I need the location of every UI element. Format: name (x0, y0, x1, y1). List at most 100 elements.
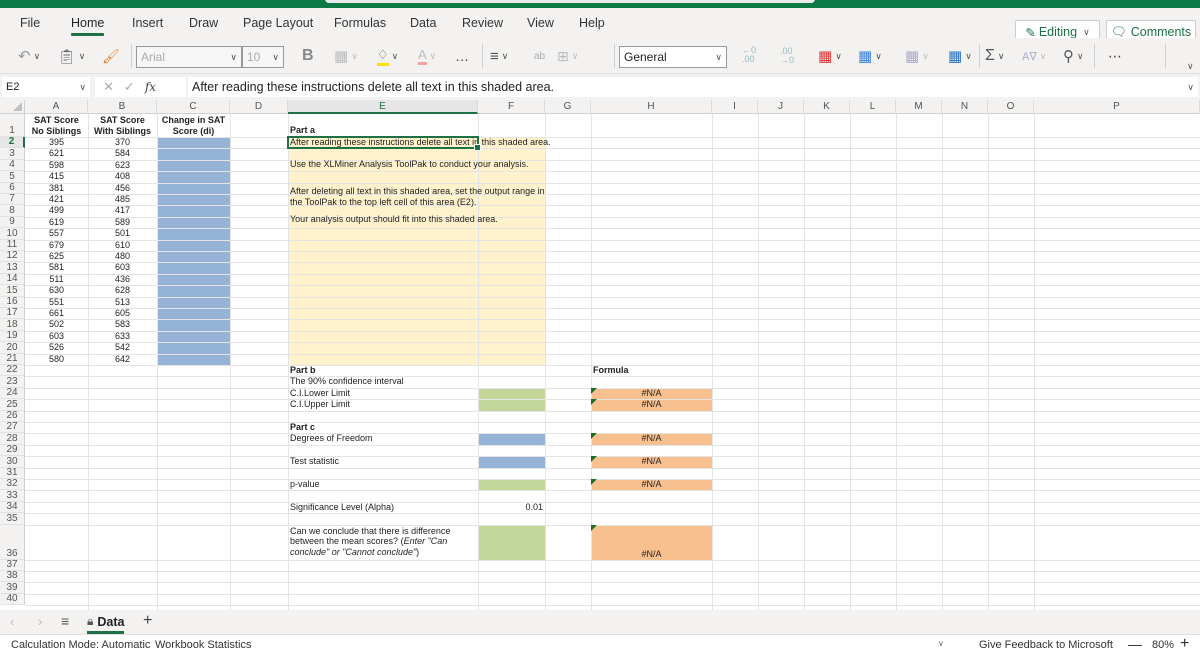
format-as-table-button[interactable]: ▦ ∨ (858, 46, 882, 66)
find-button[interactable]: ⚲ ∨ (1063, 46, 1084, 66)
row-header-27[interactable]: 27 (0, 421, 25, 434)
p-value-answer-cell[interactable] (478, 479, 545, 491)
row-header-35[interactable]: 35 (0, 513, 25, 525)
column-header-e[interactable]: E (288, 100, 478, 114)
column-header-m[interactable]: M (896, 100, 942, 114)
row-header-6[interactable]: 6 (0, 182, 25, 194)
conclusion-answer-cell[interactable] (478, 524, 545, 560)
spreadsheet-grid[interactable]: A B C D E F G H I J K L M N O P 1 2 3 4 5 6 7 8 9 10 11 12 13 14 15 16 1… (0, 100, 1200, 610)
tab-file[interactable]: File (20, 16, 40, 30)
row-header-23[interactable]: 23 (0, 376, 25, 388)
tab-page-layout[interactable]: Page Layout (243, 16, 313, 30)
row-header-30[interactable]: 30 (0, 456, 25, 468)
active-cell-selection[interactable] (287, 136, 481, 152)
conditional-format-button[interactable]: ▦ ∨ (818, 46, 842, 66)
zoom-in-icon[interactable]: + (1180, 635, 1189, 653)
row-header-18[interactable]: 18 (0, 319, 25, 331)
formula-input[interactable]: After reading these instructions delete … (188, 77, 1198, 97)
row-header-4[interactable]: 4 (0, 159, 25, 172)
confirm-icon[interactable]: ✓ (124, 79, 135, 95)
font-color-button[interactable]: A ∨ (418, 46, 436, 66)
row-header-38[interactable]: 38 (0, 570, 25, 583)
tab-insert[interactable]: Insert (132, 16, 163, 30)
font-name-select[interactable]: Arial ∨ (136, 46, 242, 68)
ribbon-expand-button[interactable]: ∨ (1184, 56, 1194, 76)
row-header-17[interactable]: 17 (0, 307, 25, 320)
all-sheets-icon[interactable]: ≡ (61, 613, 69, 629)
column-header-a[interactable]: A (25, 100, 88, 114)
row-header-16[interactable]: 16 (0, 296, 25, 308)
paste-button[interactable]: 📋︎ ∨ (58, 46, 85, 66)
row-header-26[interactable]: 26 (0, 410, 25, 422)
row-header-11[interactable]: 11 (0, 239, 25, 251)
search-box[interactable] (325, 0, 815, 3)
column-header-c[interactable]: C (157, 100, 230, 114)
column-header-g[interactable]: G (545, 100, 591, 114)
undo-button[interactable]: ↶ ∨ (18, 46, 40, 66)
row-header-36[interactable]: 36 (0, 524, 25, 560)
bold-button[interactable]: B (302, 46, 314, 66)
test-stat-answer-cell[interactable] (478, 456, 545, 468)
more-options-button[interactable]: … (455, 46, 469, 66)
tab-review[interactable]: Review (462, 16, 503, 30)
row-header-1[interactable]: 1 (0, 114, 25, 137)
row-header-3[interactable]: 3 (0, 148, 25, 160)
number-format-select[interactable]: General ∨ (619, 46, 727, 68)
column-header-n[interactable]: N (942, 100, 988, 114)
row-header-2[interactable]: 2 (0, 136, 25, 149)
add-sheet-icon[interactable]: + (143, 612, 152, 630)
column-header-f[interactable]: F (478, 100, 545, 114)
zoom-level[interactable]: 80% (1152, 639, 1174, 651)
column-header-l[interactable]: L (850, 100, 896, 114)
column-header-i[interactable]: I (712, 100, 758, 114)
row-header-25[interactable]: 25 (0, 399, 25, 411)
row-header-37[interactable]: 37 (0, 559, 25, 571)
cell-styles-button[interactable]: ▦ ∨ (905, 46, 929, 66)
decrease-decimal-button[interactable]: .00 →0 (780, 46, 794, 66)
df-answer-cell[interactable] (478, 433, 545, 445)
workbook-statistics[interactable]: Workbook Statistics (155, 639, 251, 651)
row-header-22[interactable]: 22 (0, 364, 25, 377)
row-header-8[interactable]: 8 (0, 205, 25, 217)
cancel-icon[interactable]: ✕ (103, 79, 114, 95)
chevron-down-icon[interactable]: ∨ (938, 639, 944, 648)
column-header-k[interactable]: K (804, 100, 850, 114)
row-header-9[interactable]: 9 (0, 216, 25, 229)
row-header-29[interactable]: 29 (0, 444, 25, 457)
column-header-h[interactable]: H (591, 100, 712, 114)
row-header-7[interactable]: 7 (0, 193, 25, 206)
column-header-p[interactable]: P (1034, 100, 1200, 114)
row-header-28[interactable]: 28 (0, 433, 25, 445)
select-all-button[interactable] (0, 100, 25, 114)
insert-function-icon[interactable]: fx (145, 80, 156, 94)
name-box[interactable]: E2 ∨ (2, 77, 90, 97)
column-header-j[interactable]: J (758, 100, 804, 114)
zoom-out-icon[interactable]: — (1128, 636, 1142, 652)
row-header-14[interactable]: 14 (0, 273, 25, 286)
row-header-33[interactable]: 33 (0, 490, 25, 502)
row-header-32[interactable]: 32 (0, 478, 25, 491)
row-header-19[interactable]: 19 (0, 330, 25, 343)
chevron-down-icon[interactable]: ∨ (1187, 82, 1194, 93)
row-header-13[interactable]: 13 (0, 262, 25, 274)
row-header-20[interactable]: 20 (0, 342, 25, 354)
sort-filter-button[interactable]: A∇ ∨ (1022, 46, 1046, 66)
row-header-40[interactable]: 40 (0, 593, 25, 606)
column-header-d[interactable]: D (230, 100, 288, 114)
tab-view[interactable]: View (527, 16, 554, 30)
tab-data[interactable]: Data (410, 16, 436, 30)
merge-button[interactable]: ⊞ ∨ (557, 46, 578, 66)
tab-formulas[interactable]: Formulas (334, 16, 386, 30)
format-painter-button[interactable]: 🖌︎ (102, 46, 120, 66)
row-header-15[interactable]: 15 (0, 285, 25, 297)
row-header-39[interactable]: 39 (0, 582, 25, 594)
prev-sheet-icon[interactable]: ‹ (10, 614, 14, 629)
row-header-24[interactable]: 24 (0, 387, 25, 400)
row-header-5[interactable]: 5 (0, 171, 25, 183)
borders-button[interactable]: ▦ ∨ (334, 46, 358, 66)
font-size-select[interactable]: 10 ∨ (242, 46, 284, 68)
row-header-21[interactable]: 21 (0, 353, 25, 365)
row-header-12[interactable]: 12 (0, 250, 25, 263)
insert-cells-button[interactable]: ▦ ∨ (948, 46, 972, 66)
row-header-34[interactable]: 34 (0, 501, 25, 514)
